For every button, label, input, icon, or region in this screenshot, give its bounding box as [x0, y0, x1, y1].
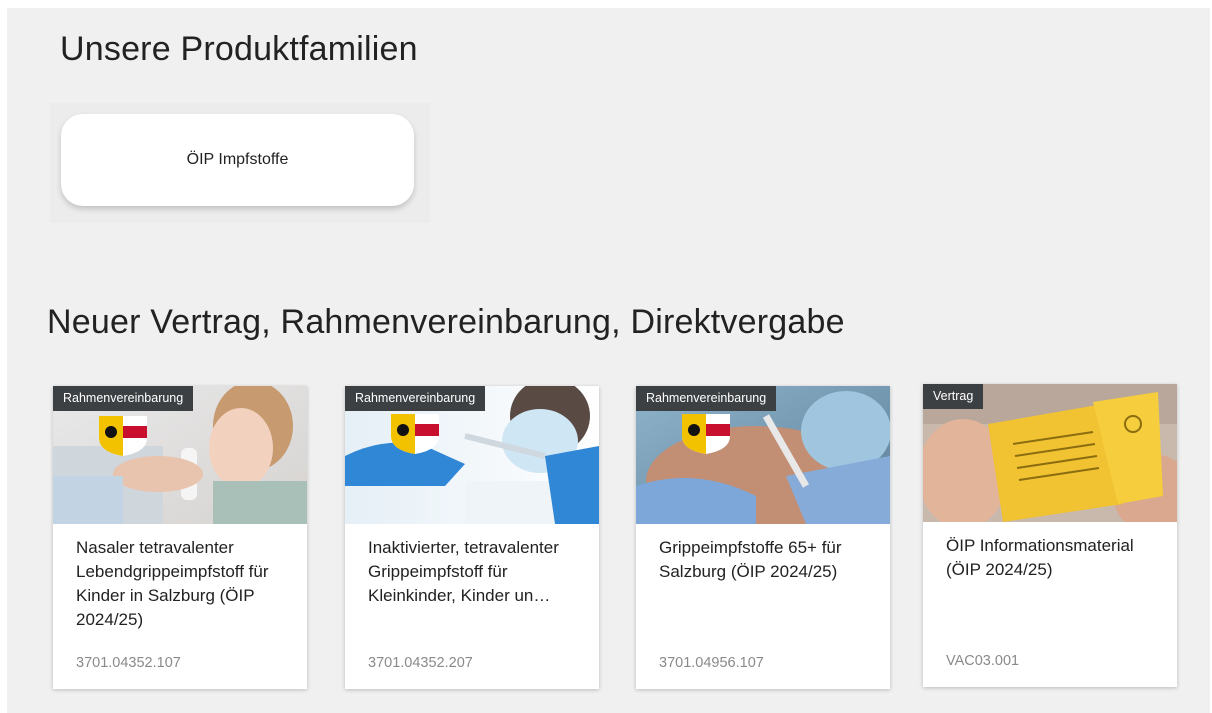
- card-title: Nasaler tetravalenter Lebendgrippeimpfst…: [76, 538, 269, 629]
- contract-type-badge: Rahmenvereinbarung: [345, 386, 486, 411]
- doctor-syringe-image: Rahmenvereinbarung: [345, 386, 599, 524]
- shoulder-injection-image: Rahmenvereinbarung: [636, 386, 890, 524]
- card-title: ÖIP Informationsmaterial (ÖIP 2024/25): [946, 536, 1134, 579]
- product-families-heading: Unsere Produktfamilien: [60, 30, 418, 68]
- contract-card-3[interactable]: Rahmenvereinbarung Grippeimpfstoffe 65+ …: [636, 386, 890, 689]
- contract-type-badge: Rahmenvereinbarung: [636, 386, 777, 411]
- contracts-heading: Neuer Vertrag, Rahmenvereinbarung, Direk…: [47, 303, 845, 341]
- card-code: VAC03.001: [946, 653, 1020, 669]
- contract-type-badge: Vertrag: [923, 384, 984, 409]
- card-title: Grippeimpfstoffe 65+ für Salzburg (ÖIP 2…: [659, 538, 842, 581]
- card-code: 3701.04352.107: [76, 655, 181, 671]
- child-nasal-spray-image: Rahmenvereinbarung: [53, 386, 307, 524]
- family-oip-impfstoffe-button[interactable]: ÖIP Impfstoffe: [61, 114, 414, 206]
- card-title: Inaktivierter, tetravalenter Grippeimpfs…: [368, 538, 559, 605]
- vaccination-booklet-image: Vertrag: [923, 384, 1177, 522]
- card-code: 3701.04352.207: [368, 655, 473, 671]
- contract-card-2[interactable]: Rahmenvereinbarung Inaktivierter, tetrav…: [345, 386, 599, 689]
- contract-card-4[interactable]: Vertrag ÖIP Informationsmaterial (ÖIP 20…: [923, 384, 1177, 687]
- contract-card-1[interactable]: Rahmenvereinbarung Nasaler tetravalenter…: [53, 386, 307, 689]
- card-code: 3701.04956.107: [659, 655, 764, 671]
- contract-type-badge: Rahmenvereinbarung: [53, 386, 194, 411]
